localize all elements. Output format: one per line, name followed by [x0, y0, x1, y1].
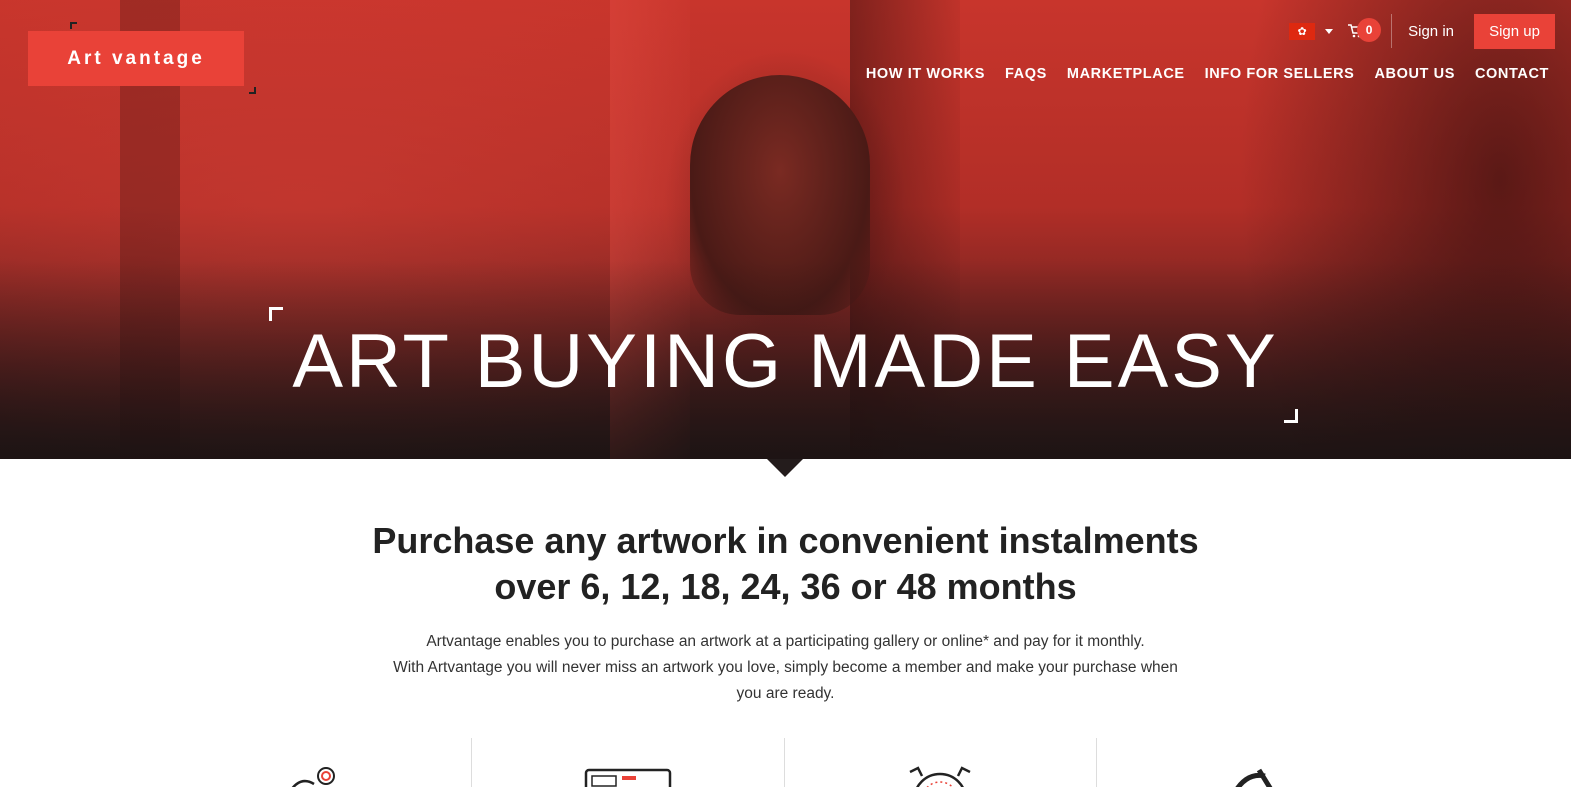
top-bar: ✿ 0 Sign in Sign up: [1289, 13, 1571, 49]
feature-item: [472, 738, 785, 787]
intro-paragraph-line: With Artvantage you will never miss an a…: [393, 659, 1178, 676]
cart-count-badge: 0: [1357, 18, 1382, 42]
percent-icon: [1235, 768, 1273, 787]
intro-paragraph-line: you are ready.: [736, 685, 835, 702]
title-bracket-icon: [269, 307, 283, 321]
hong-kong-flag-icon[interactable]: ✿: [1289, 22, 1316, 40]
feature-item: [785, 738, 1097, 787]
intro-heading-line: Purchase any artwork in convenient insta…: [372, 520, 1199, 561]
nav-marketplace[interactable]: MARKETPLACE: [1067, 66, 1185, 82]
feature-item: [160, 738, 473, 787]
features-row: [160, 738, 1408, 787]
nav-how-it-works[interactable]: HOW IT WORKS: [866, 66, 985, 82]
intro-paragraph-line: Artvantage enables you to purchase an ar…: [426, 633, 1145, 650]
logo[interactable]: Art vantage: [28, 22, 256, 94]
nav-contact[interactable]: CONTACT: [1475, 66, 1549, 82]
main-nav: HOW IT WORKS FAQS MARKETPLACE INFO FOR S…: [846, 66, 1549, 82]
feature-item: [1097, 738, 1408, 787]
sign-up-button[interactable]: Sign up: [1474, 13, 1555, 49]
logo-bracket-icon: [70, 22, 77, 29]
stopwatch-icon: [909, 766, 971, 787]
hero-notch: [767, 459, 803, 477]
logo-text: Art vantage: [67, 47, 205, 69]
chevron-down-icon[interactable]: [1325, 28, 1334, 34]
location-pin-icon: [291, 767, 335, 787]
nav-info-for-sellers[interactable]: INFO FOR SELLERS: [1205, 66, 1355, 82]
hero-title: ART BUYING MADE EASY: [292, 319, 1279, 404]
nav-faqs[interactable]: FAQS: [1005, 66, 1047, 82]
logo-bracket-icon: [249, 87, 256, 94]
nav-about-us[interactable]: ABOUT US: [1374, 66, 1455, 82]
cart-icon[interactable]: 0: [1347, 18, 1382, 42]
sign-in-link[interactable]: Sign in: [1408, 23, 1454, 40]
intro-heading-line: over 6, 12, 18, 24, 36 or 48 months: [494, 566, 1077, 607]
intro-paragraph: Artvantage enables you to purchase an ar…: [0, 629, 1571, 707]
title-bracket-icon: [1284, 409, 1298, 423]
topbar-divider: [1391, 14, 1393, 48]
laptop-icon: [584, 768, 672, 787]
intro-heading: Purchase any artwork in convenient insta…: [0, 518, 1571, 610]
